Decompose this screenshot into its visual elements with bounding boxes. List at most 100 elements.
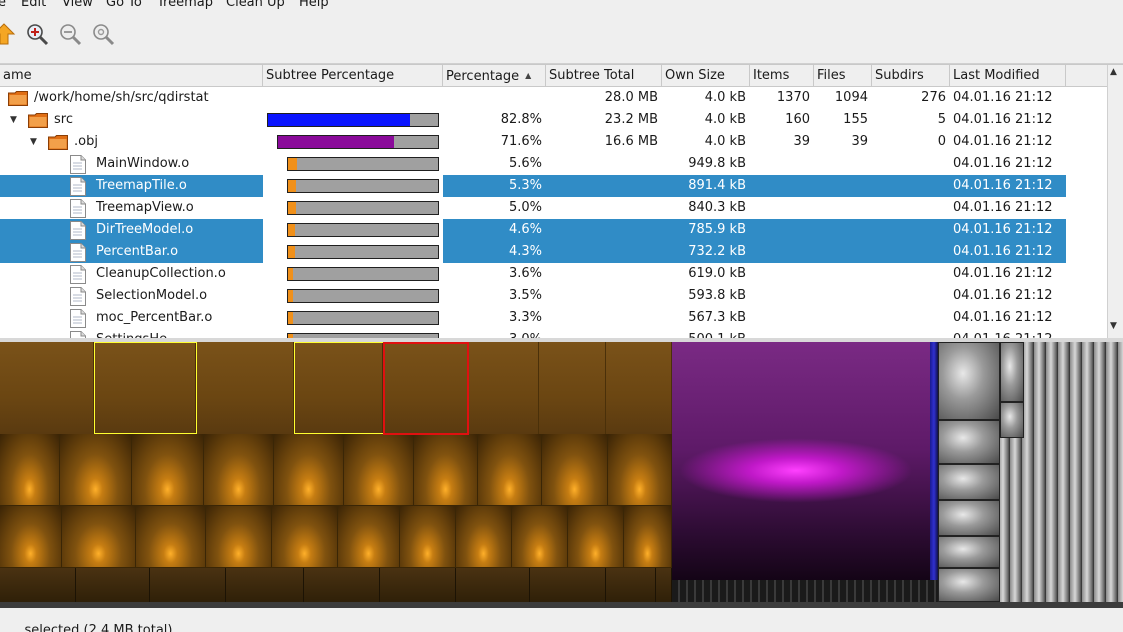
treemap-tile[interactable]	[1000, 402, 1024, 438]
treemap-tile[interactable]	[0, 506, 62, 568]
cell-subdirs: 5	[937, 112, 946, 127]
treemap-tile[interactable]	[380, 568, 456, 602]
cell-files	[817, 197, 868, 219]
treemap-tile[interactable]	[414, 434, 478, 506]
treemap-tile[interactable]	[274, 434, 344, 506]
column-subtree-total[interactable]: Subtree Total	[546, 65, 662, 87]
treemap-tile[interactable]	[456, 506, 512, 568]
column-own-size[interactable]: Own Size	[662, 65, 750, 87]
treemap-tile[interactable]	[344, 434, 414, 506]
treemap-tile[interactable]	[938, 536, 1000, 568]
treemap-tile[interactable]	[568, 506, 624, 568]
cell-subtree-total	[549, 153, 658, 175]
treemap-tile[interactable]	[204, 434, 274, 506]
table-row[interactable]: ▼ src 82.8% 23.2 MB 4.0 kB 160 155 5 04.01.16 21…	[0, 109, 1107, 131]
zoom-out-button[interactable]	[56, 20, 84, 48]
menu-edit[interactable]: Edit	[21, 0, 46, 10]
treemap-tile[interactable]	[468, 342, 539, 434]
menu-file[interactable]: e	[0, 0, 6, 10]
treemap-tile-strip[interactable]	[672, 580, 938, 602]
treemap-tile[interactable]	[938, 464, 1000, 500]
treemap-tile[interactable]	[0, 434, 60, 506]
treemap-tile[interactable]	[150, 568, 226, 602]
treemap-tile[interactable]	[606, 568, 656, 602]
table-row[interactable]: ▼ .obj 71.6% 16.6 MB 4.0 kB 39 39 0 04.01.16 21:…	[0, 131, 1107, 153]
cell-percentage: 4.6%	[508, 222, 542, 237]
menu-help[interactable]: Help	[299, 0, 329, 10]
subtree-percent-bar-fill	[278, 136, 394, 148]
status-text: ... selected (2.4 MB total)	[8, 623, 173, 632]
scroll-down-icon[interactable]: ▼	[1110, 321, 1117, 331]
table-row[interactable]: /work/home/sh/src/qdirstat 28.0 MB 4.0 kB 1…	[0, 87, 1107, 109]
column-last-modified[interactable]: Last Modified	[950, 65, 1066, 87]
column-name-label: ame	[3, 68, 32, 83]
table-row[interactable]: MainWindow.o 5.6% 949.8 kB 04.01.16 21:12	[0, 153, 1107, 175]
go-up-button[interactable]	[0, 20, 18, 48]
treemap-tile-large[interactable]	[672, 342, 930, 580]
treemap-selected-tile	[294, 342, 384, 434]
column-name[interactable]: ame	[0, 65, 263, 87]
dir-tree-view[interactable]: ame Subtree Percentage Percentage ▲ Subtr…	[0, 64, 1123, 338]
treemap-view[interactable]	[0, 342, 1123, 608]
cell-items: 39	[793, 134, 810, 149]
treemap-tile[interactable]	[60, 434, 132, 506]
treemap-tile[interactable]	[226, 568, 304, 602]
treemap-tile[interactable]	[938, 500, 1000, 536]
expand-arrow-icon[interactable]: ▼	[30, 131, 37, 153]
treemap-tile[interactable]	[206, 506, 272, 568]
table-row[interactable]: SettingsHe... 3.0% 500.1 kB 04.01.16 21:12	[0, 329, 1107, 338]
treemap-tile[interactable]	[938, 568, 1000, 602]
treemap-tile[interactable]	[542, 434, 608, 506]
table-row[interactable]: TreemapView.o 5.0% 840.3 kB 04.01.16 21:12	[0, 197, 1107, 219]
treemap-tile[interactable]	[606, 342, 672, 434]
treemap-tile[interactable]	[338, 506, 400, 568]
treemap-tile[interactable]	[608, 434, 672, 506]
table-row[interactable]: SelectionModel.o 3.5% 593.8 kB 04.01.16 21:…	[0, 285, 1107, 307]
column-subtree-percentage[interactable]: Subtree Percentage	[263, 65, 443, 87]
treemap-tile[interactable]	[530, 568, 606, 602]
treemap-tile[interactable]	[272, 506, 338, 568]
cell-subdirs: 0	[937, 134, 946, 149]
subtree-percent-bar	[287, 157, 439, 171]
expand-arrow-icon[interactable]: ▼	[10, 109, 17, 131]
treemap-tile[interactable]	[624, 506, 672, 568]
column-percentage[interactable]: Percentage ▲	[443, 65, 546, 87]
column-files[interactable]: Files	[814, 65, 872, 87]
zoom-reset-button[interactable]	[89, 20, 117, 48]
treemap-tile[interactable]	[1000, 342, 1024, 402]
treemap-tile[interactable]	[0, 568, 76, 602]
table-row[interactable]: TreemapTile.o 5.3% 891.4 kB 04.01.16 21:12	[0, 175, 1107, 197]
menu-clean-up[interactable]: Clean Up	[226, 0, 285, 10]
treemap-tile[interactable]	[938, 342, 1000, 420]
treemap-tile[interactable]	[539, 342, 606, 434]
menu-treemap[interactable]: Treemap	[157, 0, 213, 10]
cell-last-modified: 04.01.16 21:12	[953, 310, 1053, 325]
treemap-tile[interactable]	[400, 506, 456, 568]
treemap-tile[interactable]	[76, 568, 150, 602]
treemap-tile[interactable]	[512, 506, 568, 568]
treemap-tile[interactable]	[136, 506, 206, 568]
column-subdirs[interactable]: Subdirs	[872, 65, 950, 87]
table-row[interactable]: PercentBar.o 4.3% 732.2 kB 04.01.16 21:12	[0, 241, 1107, 263]
table-row[interactable]: DirTreeModel.o 4.6% 785.9 kB 04.01.16 21:12	[0, 219, 1107, 241]
treemap-tile[interactable]	[0, 342, 94, 434]
menu-view[interactable]: View	[62, 0, 93, 10]
treemap-tile[interactable]	[62, 506, 136, 568]
scroll-up-icon[interactable]: ▲	[1110, 67, 1117, 77]
zoom-in-button[interactable]	[23, 20, 51, 48]
treemap-tile[interactable]	[304, 568, 380, 602]
column-items[interactable]: Items	[750, 65, 814, 87]
treemap-tile[interactable]	[132, 434, 204, 506]
column-subtree-percentage-label: Subtree Percentage	[266, 68, 395, 83]
vertical-scrollbar[interactable]: ▲ ▼	[1107, 65, 1123, 338]
treemap-tile[interactable]	[456, 568, 530, 602]
treemap-tile[interactable]	[196, 342, 294, 434]
table-row[interactable]: CleanupCollection.o 3.6% 619.0 kB 04.01.16 …	[0, 263, 1107, 285]
treemap-tile[interactable]	[930, 342, 938, 580]
treemap-tile[interactable]	[656, 568, 672, 602]
cell-subtree-total	[549, 329, 658, 338]
treemap-tile[interactable]	[938, 420, 1000, 464]
treemap-tile[interactable]	[478, 434, 542, 506]
table-row[interactable]: moc_PercentBar.o 3.3% 567.3 kB 04.01.16 21:…	[0, 307, 1107, 329]
menu-go-to[interactable]: Go To	[106, 0, 142, 10]
